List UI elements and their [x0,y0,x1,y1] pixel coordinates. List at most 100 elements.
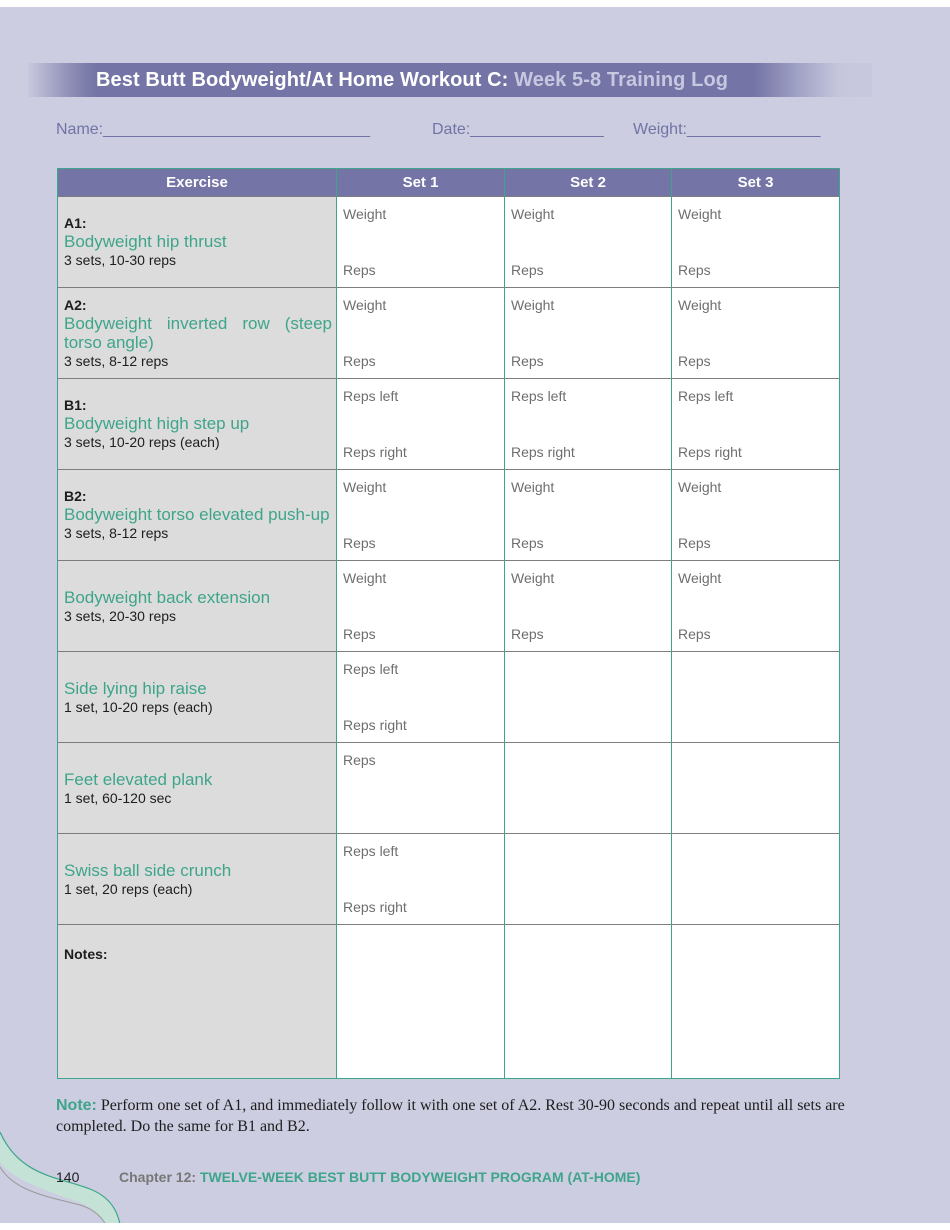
set-2-cell[interactable]: Weight Reps [504,287,672,379]
set-2-cell[interactable] [504,742,672,834]
set-field-label: Reps [511,262,544,278]
set-2-cell[interactable]: Reps left Reps right [504,378,672,470]
table-header-row: Exercise Set 1 Set 2 Set 3 [57,168,840,197]
set-1-cell[interactable]: Weight Reps [336,287,505,379]
set-field-label: Reps [343,353,376,369]
set-field-label: Reps [343,626,376,642]
exercise-cell: Bodyweight back extension 3 sets, 20-30 r… [57,560,337,652]
set-field-label: Reps left [678,388,734,404]
name-blank: ______________________________ [103,121,371,138]
set-field-label: Weight [678,297,722,313]
set-3-cell[interactable]: Weight Reps [671,287,840,379]
set-3-cell[interactable] [671,742,840,834]
exercise-cell: A2: Bodyweight inverted row (steep torso … [57,287,337,379]
set-field-label: Weight [511,479,555,495]
exercise-name: Feet elevated plank [64,769,213,789]
exercise-row: Feet elevated plank 1 set, 60-120 sec Reps [57,742,840,834]
exercise-cell: A1: Bodyweight hip thrust 3 sets, 10-30 re… [57,196,337,288]
page-number: 140 [56,1169,80,1185]
set-3-cell[interactable]: Weight Reps [671,196,840,288]
set-3-cell[interactable] [671,651,840,743]
set-1-cell[interactable]: Weight Reps [336,196,505,288]
header-set-1: Set 1 [336,168,505,197]
set-2-cell[interactable]: Weight Reps [504,560,672,652]
exercise-name: Swiss ball side crunch [64,860,232,880]
set-field-label: Reps left [343,661,399,677]
exercise-code: A2: [64,296,87,313]
set-3-cell[interactable]: Reps left Reps right [671,378,840,470]
document-page: Best Butt Bodyweight/At Home Workout C: … [0,7,950,1223]
set-field-label: Reps left [343,843,399,859]
set-1-cell[interactable]: Weight Reps [336,560,505,652]
set-field-label: Weight [343,479,387,495]
title-part-1: Best Butt Bodyweight/At Home [96,69,395,91]
set-field-label: Reps left [511,388,567,404]
exercise-name: Side lying hip raise [64,678,207,698]
set-field-label: Reps right [678,444,742,460]
exercise-code: B2: [64,488,87,504]
notes-label: Notes: [64,946,108,962]
set-field-label: Weight [343,297,387,313]
set-field-label: Reps right [343,717,407,733]
set-field-label: Weight [678,479,722,495]
exercise-cell: Side lying hip raise 1 set, 10-20 reps (e… [57,651,337,743]
set-field-label: Reps left [343,388,399,404]
exercise-prescription: 3 sets, 8-12 reps [64,352,169,369]
weight-blank: _______________ [686,121,821,138]
page-title: Best Butt Bodyweight/At Home Workout C: … [96,69,728,92]
set-3-cell[interactable]: Weight Reps [671,560,840,652]
set-field-label: Weight [343,206,387,222]
exercise-cell: B1: Bodyweight high step up 3 sets, 10-20 … [57,378,337,470]
chapter-footer: Chapter 12: TWELVE-WEEK BEST BUTT BODYWE… [119,1169,640,1185]
set-field-label: Reps [511,626,544,642]
set-3-cell[interactable] [671,833,840,925]
exercise-prescription: 3 sets, 8-12 reps [64,525,169,541]
notes-label-cell: Notes: [57,924,337,1079]
set-3-cell[interactable]: Weight Reps [671,469,840,561]
notes-set-3-cell[interactable] [671,924,840,1079]
set-1-cell[interactable]: Reps left Reps right [336,833,505,925]
set-field-label: Reps [343,535,376,551]
exercise-row: B2: Bodyweight torso elevated push-up 3 se… [57,469,840,561]
title-part-2: Workout C: [400,69,509,91]
date-blank: _______________ [470,121,604,138]
set-2-cell[interactable] [504,651,672,743]
exercise-cell: Swiss ball side crunch 1 set, 20 reps (ea… [57,833,337,925]
decorative-wave-icon [0,1131,121,1223]
exercise-row: Side lying hip raise 1 set, 10-20 reps (e… [57,651,840,743]
set-field-label: Weight [511,570,555,586]
set-2-cell[interactable] [504,833,672,925]
note-text: Perform one set of A1, and immediately f… [56,1097,845,1135]
chapter-title: TWELVE-WEEK BEST BUTT BODYWEIGHT PROGRAM… [196,1169,641,1185]
set-2-cell[interactable]: Weight Reps [504,196,672,288]
exercise-code: A1: [64,215,87,231]
name-field[interactable]: Name:______________________________ [56,121,370,139]
training-log-table: Exercise Set 1 Set 2 Set 3 A1: Bodyweight… [57,168,840,1079]
set-1-cell[interactable]: Reps left Reps right [336,378,505,470]
header-set-2: Set 2 [504,168,672,197]
exercise-name: Bodyweight back extension [64,587,271,607]
set-field-label: Weight [511,206,555,222]
exercise-prescription: 1 set, 60-120 sec [64,789,172,806]
notes-set-2-cell[interactable] [504,924,672,1079]
exercise-row: B1: Bodyweight high step up 3 sets, 10-20 … [57,378,840,470]
exercise-prescription: 1 set, 10-20 reps (each) [64,698,213,715]
header-set-3: Set 3 [671,168,840,197]
set-1-cell[interactable]: Reps [336,742,505,834]
set-1-cell[interactable]: Reps left Reps right [336,651,505,743]
note-paragraph: Note: Perform one set of A1, and immedia… [56,1095,846,1137]
set-1-cell[interactable]: Weight Reps [336,469,505,561]
set-field-label: Reps [678,535,711,551]
weight-field[interactable]: Weight:_______________ [633,121,820,139]
set-field-label: Reps [343,752,376,768]
set-2-cell[interactable]: Weight Reps [504,469,672,561]
chapter-label: Chapter 12: [119,1169,197,1185]
exercise-prescription: 1 set, 20 reps (each) [64,880,193,897]
notes-row: Notes: [57,924,840,1079]
date-field[interactable]: Date:_______________ [432,121,604,139]
exercise-name: Bodyweight inverted row (steep torso ang… [64,313,332,352]
notes-set-1-cell[interactable] [336,924,505,1079]
exercise-row: A2: Bodyweight inverted row (steep torso … [57,287,840,379]
exercise-code: B1: [64,397,87,413]
exercise-prescription: 3 sets, 10-20 reps (each) [64,434,220,450]
